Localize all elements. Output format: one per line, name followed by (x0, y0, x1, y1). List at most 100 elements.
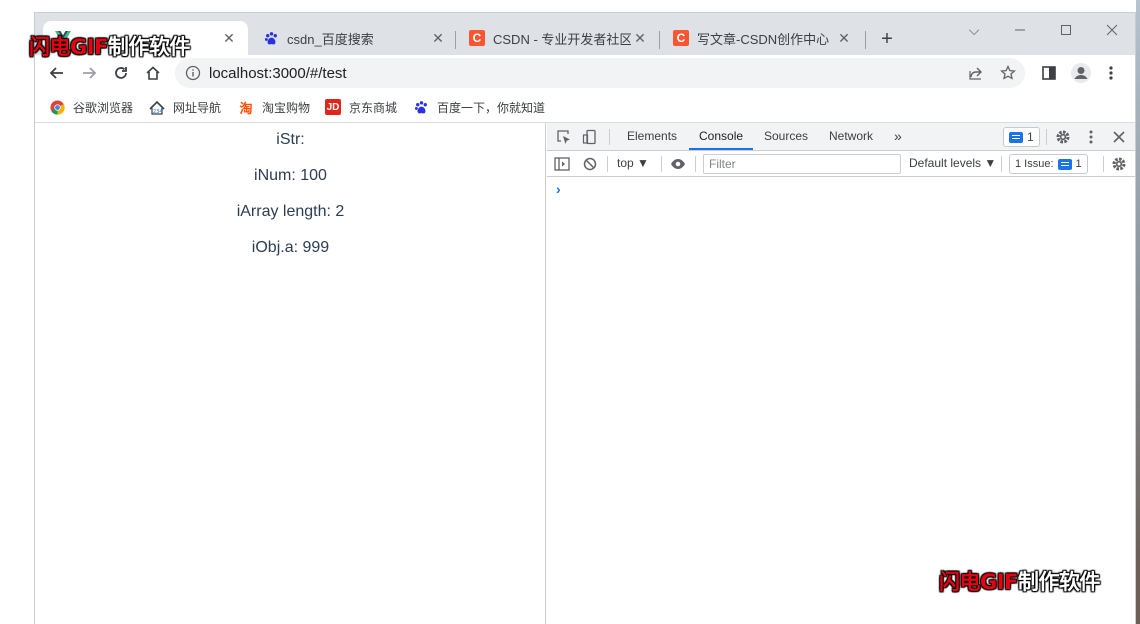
forward-button[interactable] (75, 59, 103, 87)
bookmark-label: 网址导航 (173, 100, 222, 115)
message-icon (1009, 131, 1023, 143)
devtools-panel: Elements Console Sources Network » 1 top… (547, 123, 1135, 624)
close-devtools-icon[interactable] (1110, 128, 1128, 146)
toolbar-divider (695, 156, 696, 172)
baidu-paw-icon (413, 99, 429, 115)
info-icon[interactable] (185, 65, 201, 81)
tab-close-icon[interactable]: ✕ (429, 29, 447, 47)
bookmark-star-icon[interactable] (999, 64, 1017, 82)
baidu-paw-icon (263, 30, 279, 46)
side-panel-icon (1042, 66, 1056, 80)
profile-button[interactable] (1069, 61, 1093, 85)
issues-label: 1 Issue: (1015, 158, 1054, 170)
eye-icon[interactable] (669, 155, 687, 173)
share-icon[interactable] (967, 64, 985, 82)
tab-elements[interactable]: Elements (627, 123, 677, 150)
desktop-background-right (1136, 0, 1140, 624)
home-button[interactable] (139, 59, 167, 87)
more-tabs-icon[interactable]: » (894, 123, 902, 150)
iarray-length-text: iArray length: 2 (236, 203, 345, 220)
tab-sources[interactable]: Sources (764, 123, 808, 150)
toolbar-divider (1103, 156, 1104, 172)
kebab-menu-icon[interactable] (1082, 128, 1100, 146)
avatar-icon (1071, 63, 1091, 83)
issues-badge[interactable]: 1 (1003, 127, 1040, 147)
close-window-button[interactable] (1089, 17, 1135, 43)
page-viewport: iStr: iNum: 100 iArray length: 2 iObj.a:… (35, 123, 546, 624)
issues-count: 1 (1075, 158, 1082, 170)
back-button[interactable] (43, 59, 71, 87)
watermark-top: 闪电GIF制作软件 (29, 35, 190, 59)
back-arrow-icon (49, 67, 63, 79)
kebab-menu-icon (1109, 66, 1113, 80)
reload-icon (115, 67, 127, 79)
istr-text: iStr: (276, 131, 305, 148)
iobj-a-text: iObj.a: 999 (251, 239, 330, 256)
menu-button[interactable] (1099, 61, 1123, 85)
tab-csdn-community[interactable]: C CSDN - 专业开发者社区 ✕ (457, 21, 659, 55)
csdn-icon: C (673, 30, 689, 46)
tab-console[interactable]: Console (689, 123, 754, 150)
bookmark-label: 百度一下，你就知道 (437, 100, 546, 115)
bookmarks-bar: 谷歌浏览器 234 网址导航 淘 淘宝购物 JD 京东商城 百度一下，你就知道 (35, 91, 1135, 123)
log-levels-dropdown[interactable]: Default levels ▼ (909, 156, 996, 170)
sidebar-toggle-icon[interactable] (553, 155, 571, 173)
tab-csdn-baidu-search[interactable]: csdn_百度搜索 ✕ (251, 21, 457, 55)
new-tab-button[interactable]: + (875, 27, 899, 51)
bookmark-baidu[interactable]: 百度一下，你就知道 (413, 97, 545, 117)
address-bar[interactable]: localhost:3000/#/test (175, 58, 1025, 88)
console-toolbar: top ▼ Filter Default levels ▼ 1 Issue: 1 (547, 151, 1135, 177)
toolbar-divider (607, 156, 608, 172)
tab-title: CSDN - 专业开发者社区 (493, 31, 631, 47)
tab-csdn-write[interactable]: C 写文章-CSDN创作中心 ✕ (661, 21, 863, 55)
tab-separator (455, 31, 456, 49)
jd-icon: JD (325, 99, 341, 115)
filter-input[interactable]: Filter (703, 154, 901, 174)
tab-title: csdn_百度搜索 (287, 31, 374, 47)
tab-close-icon[interactable]: ✕ (631, 29, 649, 47)
chrome-icon (49, 99, 65, 115)
home-icon (146, 66, 160, 80)
tab-separator (659, 31, 660, 49)
toolbar-divider (609, 129, 610, 145)
minimize-button[interactable] (997, 17, 1043, 43)
clear-console-icon[interactable] (581, 155, 599, 173)
console-settings-gear-icon[interactable] (1110, 155, 1128, 173)
tab-close-icon[interactable]: ✕ (220, 29, 238, 47)
bookmark-jd[interactable]: JD 京东商城 (325, 97, 397, 117)
toolbar-divider (1046, 129, 1047, 145)
taobao-icon: 淘 (239, 100, 253, 116)
bookmark-chrome[interactable]: 谷歌浏览器 (49, 97, 133, 117)
forward-arrow-icon (83, 67, 97, 79)
inspect-element-icon[interactable] (555, 128, 573, 146)
bookmark-taobao[interactable]: 淘 淘宝购物 (238, 97, 310, 117)
url-text[interactable]: localhost:3000/#/test (209, 65, 347, 82)
csdn-icon: C (469, 30, 485, 46)
devtools-tab-bar: Elements Console Sources Network » 1 (547, 123, 1135, 151)
bookmark-label: 京东商城 (349, 100, 398, 115)
bookmark-hao123[interactable]: 234 网址导航 (149, 97, 221, 117)
toolbar-divider (1001, 156, 1002, 172)
browser-window: ✕ csdn_百度搜索 ✕ C CSDN - 专业开发者社区 ✕ C 写文章-C… (34, 12, 1136, 624)
gear-icon[interactable] (1054, 128, 1072, 146)
hao123-icon: 234 (149, 99, 165, 115)
issues-count: 1 (1027, 130, 1034, 144)
maximize-button[interactable] (1043, 17, 1089, 43)
tab-network[interactable]: Network (829, 123, 873, 150)
side-panel-button[interactable] (1037, 61, 1061, 85)
tab-close-icon[interactable]: ✕ (835, 29, 853, 47)
context-selector[interactable]: top ▼ (617, 156, 649, 170)
toolbar-divider (661, 156, 662, 172)
tab-title: 写文章-CSDN创作中心 (697, 31, 830, 47)
issues-button[interactable]: 1 Issue: 1 (1009, 154, 1088, 174)
tab-search-button[interactable]: ⌵ (951, 17, 997, 43)
message-icon (1057, 158, 1072, 170)
inum-text: iNum: 100 (254, 167, 327, 184)
device-toolbar-icon[interactable] (581, 128, 599, 146)
svg-text:234: 234 (153, 109, 163, 115)
tab-separator (865, 31, 866, 49)
reload-button[interactable] (107, 59, 135, 87)
desktop-background (0, 0, 34, 624)
browser-toolbar: localhost:3000/#/test (35, 55, 1135, 91)
console-prompt[interactable]: › (556, 181, 561, 197)
